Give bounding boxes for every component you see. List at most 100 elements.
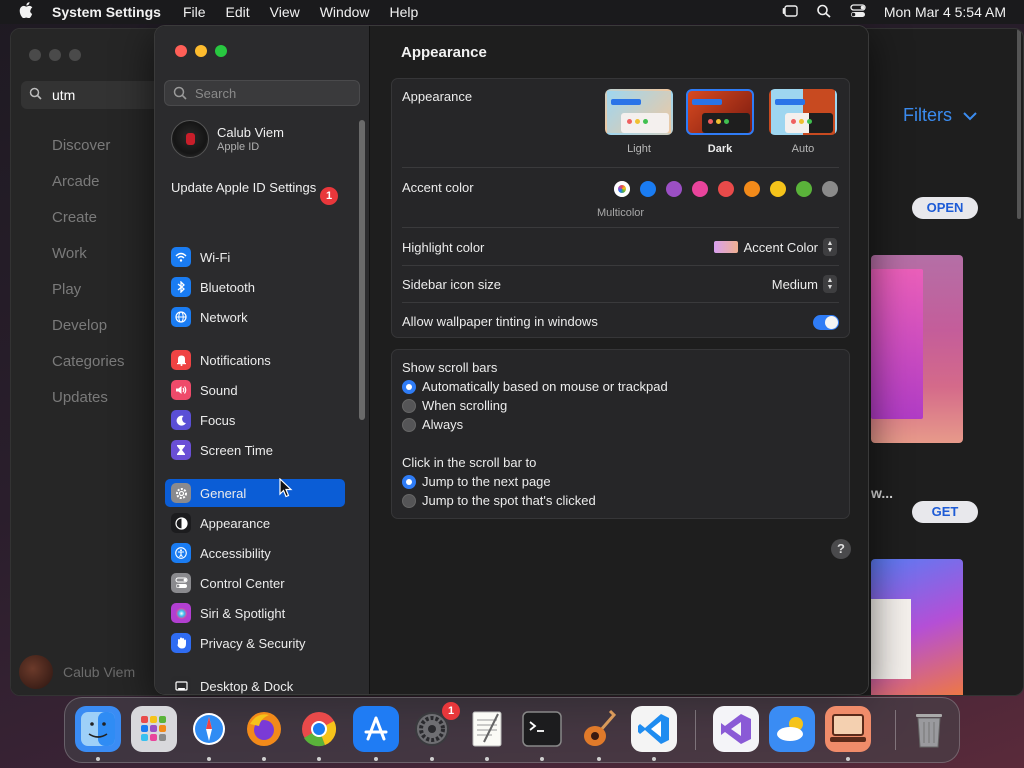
sidebar-item-wi-fi[interactable]: Wi-Fi (165, 243, 345, 271)
radio-unselected-icon (402, 417, 416, 432)
nav-categories[interactable]: Categories (52, 352, 125, 388)
app-store-search-input[interactable]: utm (21, 81, 161, 109)
settings-search[interactable] (164, 80, 360, 106)
nav-create[interactable]: Create (52, 208, 125, 244)
menu-help[interactable]: Help (390, 4, 419, 20)
close-button[interactable] (29, 49, 41, 61)
nav-discover[interactable]: Discover (52, 136, 125, 172)
chevron-updown-icon: ▲ ▼ (823, 238, 837, 256)
terminal-icon[interactable] (519, 706, 565, 752)
accent-color-multicolor[interactable] (614, 181, 630, 197)
minimize-button[interactable] (49, 49, 61, 61)
accent-color-swatch[interactable] (770, 181, 786, 197)
highlight-color-popup[interactable]: Accent Color ▲ ▼ (713, 238, 837, 256)
safari-icon[interactable] (186, 706, 232, 752)
chrome-icon[interactable] (296, 706, 342, 752)
utm-icon[interactable] (825, 706, 871, 752)
app-store-window-controls (29, 49, 81, 61)
apple-id-account[interactable]: Calub Viem Apple ID (171, 120, 284, 158)
sidebar-item-siri-spotlight[interactable]: Siri & Spotlight (165, 599, 345, 627)
appearance-option-label: Auto (791, 143, 815, 155)
zoom-button[interactable] (69, 49, 81, 61)
radio-jump-spot-clicked[interactable]: Jump to the spot that's clicked (402, 493, 596, 508)
close-button[interactable] (175, 45, 187, 57)
menu-file[interactable]: File (183, 4, 206, 20)
show-scroll-bars-label: Show scroll bars (402, 360, 498, 375)
sidebar-item-control-center[interactable]: Control Center (165, 569, 345, 597)
menu-edit[interactable]: Edit (226, 4, 250, 20)
accent-color-swatch[interactable] (640, 181, 656, 197)
sidebar-item-notifications[interactable]: Notifications (165, 346, 345, 374)
accent-color-swatch[interactable] (744, 181, 760, 197)
sidebar-item-accessibility[interactable]: Accessibility (165, 539, 345, 567)
get-button[interactable]: GET (912, 501, 978, 523)
update-apple-id-settings[interactable]: Update Apple ID Settings (171, 180, 341, 196)
appearance-option-dark[interactable]: Dark (685, 89, 755, 155)
garageband-icon[interactable] (576, 706, 622, 752)
menu-clock[interactable]: Mon Mar 4 5:54 AM (884, 4, 1006, 20)
app-store-icon[interactable] (353, 706, 399, 752)
open-button[interactable]: OPEN (912, 197, 978, 219)
radio-scroll-automatic[interactable]: Automatically based on mouse or trackpad (402, 379, 668, 394)
sidebar-scrollbar[interactable] (359, 120, 365, 420)
spotlight-search-icon[interactable] (816, 4, 832, 21)
radio-scroll-always[interactable]: Always (402, 417, 463, 432)
accent-color-swatch[interactable] (692, 181, 708, 197)
radio-scroll-when-scrolling[interactable]: When scrolling (402, 398, 507, 413)
accent-color-swatch[interactable] (796, 181, 812, 197)
weather-icon[interactable] (769, 706, 815, 752)
sidebar-item-appearance[interactable]: Appearance (165, 509, 345, 537)
app-store-account[interactable]: Calub Viem (19, 655, 135, 689)
sidebar-item-desktop-dock[interactable]: Desktop & Dock (165, 672, 345, 694)
dock-separator (895, 710, 896, 750)
accent-color-swatch[interactable] (666, 181, 682, 197)
sidebar-item-sound[interactable]: Sound (165, 376, 345, 404)
apple-menu-icon[interactable] (0, 2, 52, 22)
nav-develop[interactable]: Develop (52, 316, 125, 352)
sidebar-item-network[interactable]: Network (165, 303, 345, 331)
visual-studio-icon[interactable] (713, 706, 759, 752)
menu-app-name[interactable]: System Settings (52, 4, 161, 20)
app-store-nav: Discover Arcade Create Work Play Develop… (52, 136, 125, 424)
firefox-icon[interactable] (241, 706, 287, 752)
menu-view[interactable]: View (270, 4, 300, 20)
stage-manager-icon[interactable] (782, 4, 798, 21)
sidebar-item-focus[interactable]: Focus (165, 406, 345, 434)
vscode-icon[interactable] (631, 706, 677, 752)
accent-color-swatch[interactable] (822, 181, 838, 197)
radio-unselected-icon (402, 398, 416, 413)
zoom-button[interactable] (215, 45, 227, 57)
sidebar-item-general[interactable]: General (165, 479, 345, 507)
filters-button[interactable]: Filters (903, 105, 977, 126)
sidebar-item-label: Sound (200, 382, 238, 398)
launchpad-icon[interactable] (131, 706, 177, 752)
sidebar-item-bluetooth[interactable]: Bluetooth (165, 273, 345, 301)
trash-icon[interactable] (906, 706, 952, 752)
app-title-truncated[interactable]: w... (871, 485, 893, 501)
finder-icon[interactable] (75, 706, 121, 752)
sidebar-item-privacy-security[interactable]: Privacy & Security (165, 629, 345, 657)
app-store-sidebar: utm Discover Arcade Create Work Play Dev… (11, 29, 161, 695)
accent-color-swatch[interactable] (718, 181, 734, 197)
sidebar-icon-size-popup[interactable]: Medium ▲ ▼ (772, 275, 837, 293)
radio-jump-next-page[interactable]: Jump to the next page (402, 474, 551, 489)
appearance-option-light[interactable]: Light (604, 89, 674, 155)
wallpaper-tinting-toggle[interactable] (813, 315, 839, 330)
search-input[interactable] (195, 85, 355, 101)
running-indicator (597, 757, 601, 761)
settings-update-badge: 1 (442, 702, 460, 720)
running-indicator (846, 757, 850, 761)
sidebar-item-screen-time[interactable]: Screen Time (165, 436, 345, 464)
appearance-option-auto[interactable]: Auto (768, 89, 838, 155)
light-thumbnail-icon (605, 89, 673, 135)
nav-arcade[interactable]: Arcade (52, 172, 125, 208)
menu-window[interactable]: Window (320, 4, 370, 20)
minimize-button[interactable] (195, 45, 207, 57)
textedit-icon[interactable] (464, 706, 510, 752)
help-button[interactable]: ? (831, 539, 851, 559)
nav-play[interactable]: Play (52, 280, 125, 316)
scrollbar[interactable] (1017, 29, 1021, 219)
nav-work[interactable]: Work (52, 244, 125, 280)
control-center-menu-icon[interactable] (850, 3, 866, 21)
nav-updates[interactable]: Updates (52, 388, 125, 424)
